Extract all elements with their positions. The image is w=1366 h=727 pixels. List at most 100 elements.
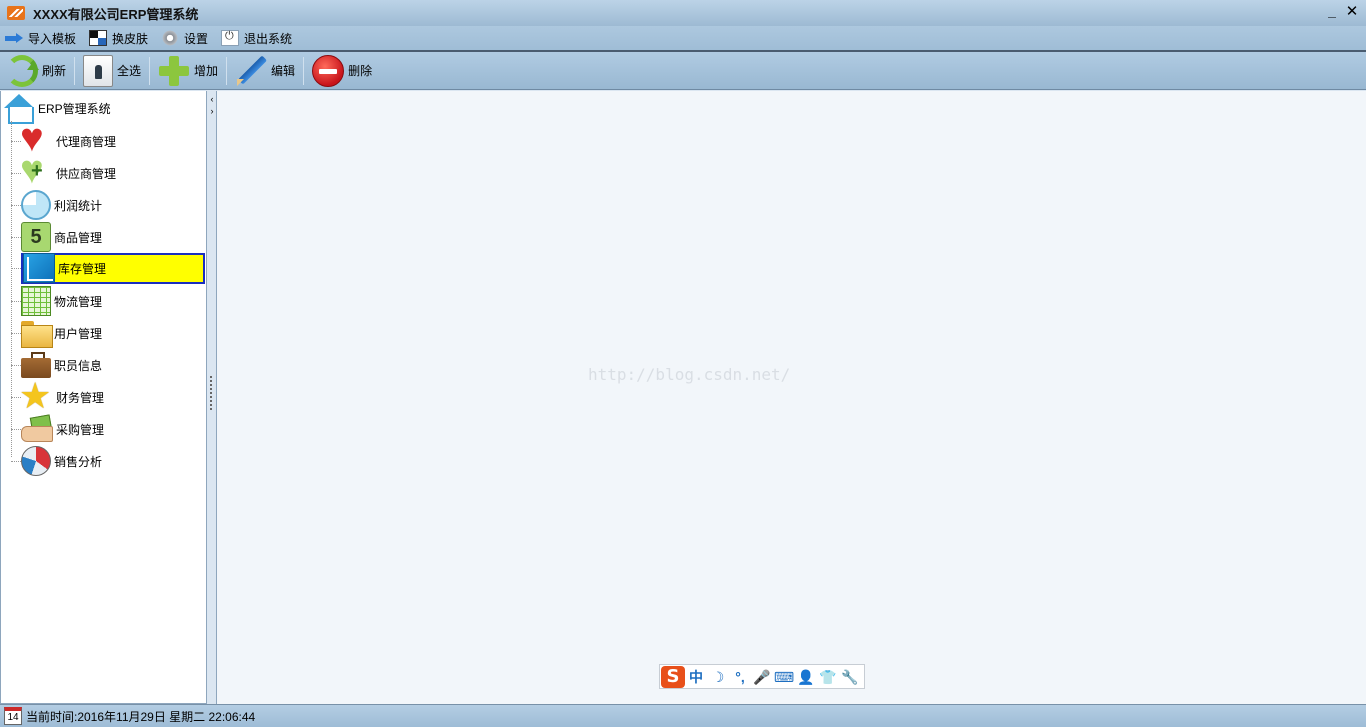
tree-branch-line	[11, 300, 21, 302]
menu-exit-system[interactable]: 退出系统	[216, 28, 298, 48]
menu-change-skin[interactable]: 换皮肤	[84, 28, 154, 48]
tree-item-purchase[interactable]: 采购管理	[11, 413, 108, 445]
tree-item-label: 用户管理	[54, 326, 103, 341]
user-icon[interactable]: 👤	[795, 666, 817, 688]
menu-label: 设置	[184, 31, 209, 46]
menu-label: 换皮肤	[112, 31, 149, 46]
skin-icon	[89, 30, 108, 46]
tree-branch-line	[11, 460, 21, 462]
select-all-button[interactable]: 全选	[77, 54, 147, 88]
toolbar-label: 编辑	[271, 64, 296, 78]
tree-branch-line	[11, 204, 21, 206]
pie-chart-icon	[21, 190, 51, 220]
sogou-logo-icon[interactable]: S	[661, 665, 685, 688]
panel-splitter[interactable]: ‹ ›	[207, 91, 217, 704]
tree-node[interactable]: 采购管理	[21, 414, 108, 444]
edit-pencil-icon	[235, 55, 267, 87]
tree-item-product[interactable]: 5 商品管理	[11, 221, 106, 253]
edit-button[interactable]: 编辑	[229, 54, 301, 88]
tree-branch-line	[11, 236, 21, 238]
tree-node[interactable]: 物流管理	[21, 286, 106, 316]
tree-item-label: 利润统计	[54, 198, 103, 213]
folder-icon	[21, 318, 53, 348]
tree-item-supplier[interactable]: 供应商管理	[11, 150, 120, 190]
power-icon	[221, 30, 240, 46]
delete-button[interactable]: 删除	[306, 54, 378, 88]
close-button[interactable]: ✕	[1344, 3, 1360, 21]
tree-node[interactable]: 用户管理	[21, 318, 106, 348]
spreadsheet-icon	[21, 286, 51, 316]
tree-item-label: 职员信息	[54, 358, 103, 373]
expand-right-icon[interactable]: ›	[208, 106, 216, 116]
tree-item-label: 财务管理	[56, 390, 105, 405]
ime-halfwidth-moon-icon[interactable]: ☽	[707, 666, 729, 688]
keyboard-icon[interactable]: ⌨	[773, 666, 795, 688]
toolbar-separator	[74, 56, 76, 85]
collapse-left-icon[interactable]: ‹	[208, 94, 216, 104]
title-bar: XXXX有限公司ERP管理系统 _ ✕	[0, 0, 1366, 26]
gear-icon	[161, 30, 180, 46]
tree-item-label: 商品管理	[54, 230, 103, 245]
tree-node[interactable]: 利润统计	[21, 190, 106, 220]
watermark-text: http://blog.csdn.net/	[588, 365, 791, 384]
money-hand-icon	[21, 414, 53, 444]
add-icon	[158, 55, 190, 87]
toolbar-label: 全选	[117, 64, 142, 78]
navigation-tree: ERP管理系统 代理商管理 供应商管理 利润统计 5 商品管理	[0, 91, 207, 704]
tree-node[interactable]: 供应商管理	[20, 150, 120, 190]
shirt-skin-icon[interactable]: 👕	[817, 666, 839, 688]
ime-punctuation-button[interactable]: °,	[729, 666, 751, 688]
add-button[interactable]: 增加	[152, 54, 224, 88]
tree-node[interactable]: 财务管理	[19, 376, 108, 416]
tree-item-profit[interactable]: 利润统计	[11, 189, 106, 221]
toolbar-label: 删除	[348, 64, 373, 78]
tree-branch-line	[11, 428, 21, 430]
tree-item-label: 代理商管理	[56, 134, 117, 149]
import-arrow-icon	[5, 30, 23, 46]
select-all-icon	[83, 54, 114, 87]
tree-branch-line	[11, 332, 21, 334]
heart-plus-icon	[20, 150, 53, 190]
tree-item-label: 供应商管理	[56, 166, 117, 181]
ime-toolbar: S 中 ☽ °, 🎤 ⌨ 👤 👕 🔧	[659, 664, 865, 689]
minimize-button[interactable]: _	[1324, 4, 1340, 20]
tree-node-selected[interactable]: 库存管理	[21, 252, 205, 284]
tree-item-sales[interactable]: 销售分析	[11, 445, 106, 477]
ime-chinese-mode-button[interactable]: 中	[685, 666, 707, 688]
beach-ball-icon	[21, 446, 51, 476]
tree-item-logistics[interactable]: 物流管理	[11, 285, 106, 317]
microphone-icon[interactable]: 🎤	[751, 666, 773, 688]
number-five-icon: 5	[21, 222, 51, 252]
toolbar-label: 刷新	[42, 64, 67, 78]
tree-item-finance[interactable]: 财务管理	[11, 376, 108, 416]
wrench-icon[interactable]: 🔧	[839, 666, 861, 688]
refresh-button[interactable]: 刷新	[0, 54, 72, 88]
toolbar: 刷新 全选 增加 编辑 删除	[0, 52, 1366, 90]
menu-label: 导入模板	[28, 31, 77, 46]
tree-node[interactable]: 销售分析	[21, 446, 106, 476]
menu-settings[interactable]: 设置	[156, 28, 214, 48]
tree-branch-line	[11, 364, 21, 366]
tree-item-label: 库存管理	[58, 261, 107, 276]
stock-chart-icon	[23, 253, 55, 283]
delete-icon	[312, 54, 345, 87]
toolbar-separator	[226, 56, 228, 85]
toolbar-label: 增加	[194, 64, 219, 78]
menu-label: 退出系统	[244, 31, 293, 46]
tree-item-users[interactable]: 用户管理	[11, 317, 106, 349]
tree-item-inventory[interactable]: 库存管理	[11, 252, 205, 284]
splitter-grip[interactable]	[210, 376, 212, 412]
tree-item-label: 销售分析	[54, 454, 103, 469]
status-bar: 14 当前时间:2016年11月29日 星期二 22:06:44	[0, 704, 1366, 727]
tree-item-label: 物流管理	[54, 294, 103, 309]
refresh-icon	[6, 54, 39, 87]
calendar-icon: 14	[4, 707, 22, 725]
menu-import-template[interactable]: 导入模板	[0, 28, 82, 48]
current-time-text: 当前时间:2016年11月29日 星期二 22:06:44	[26, 709, 256, 724]
menu-bar: 导入模板 换皮肤 设置 退出系统	[0, 26, 1366, 50]
tree-root-label: ERP管理系统	[38, 101, 111, 116]
toolbar-separator	[149, 56, 151, 85]
tree-node[interactable]: 5 商品管理	[21, 222, 106, 252]
app-logo-icon	[7, 6, 25, 20]
star-icon	[19, 376, 53, 416]
